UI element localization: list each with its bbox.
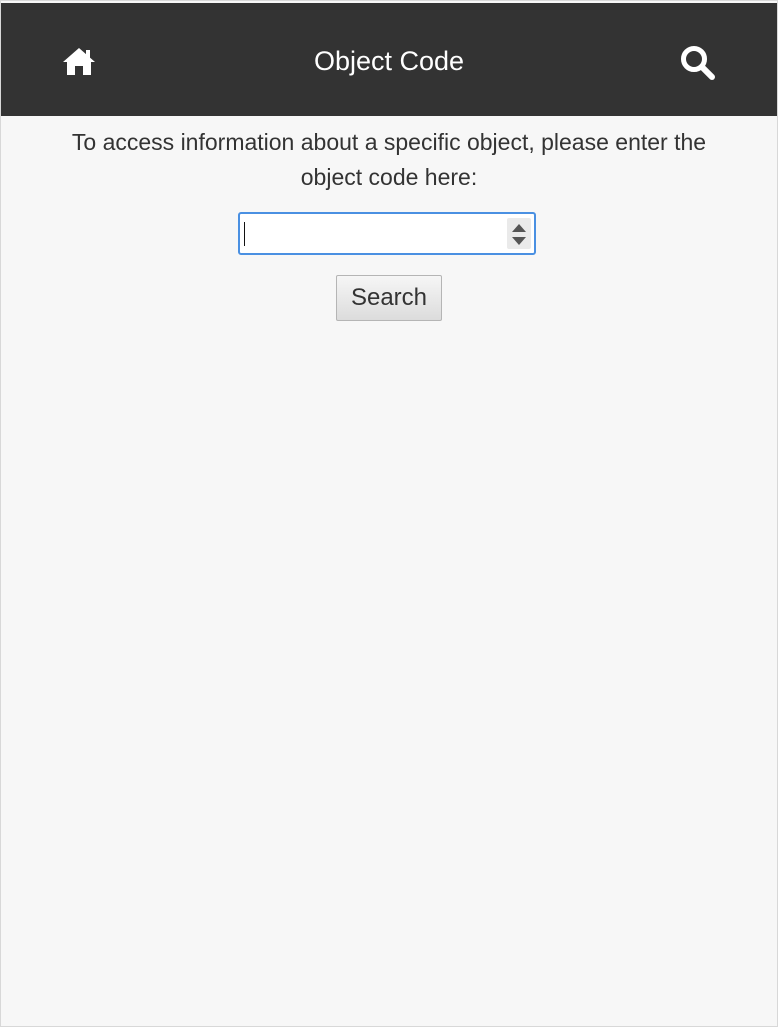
instruction-text: To access information about a specific o…	[71, 129, 707, 190]
header-search-button[interactable]	[675, 41, 721, 85]
object-code-field[interactable]	[238, 212, 536, 255]
chevron-up-icon[interactable]	[512, 224, 526, 232]
top-header: Object Code	[1, 3, 777, 116]
main-content: To access information about a specific o…	[1, 116, 777, 321]
app-window: Object Code To access information about …	[0, 0, 778, 1027]
text-cursor	[244, 222, 245, 246]
number-stepper[interactable]	[507, 218, 531, 249]
chevron-down-icon[interactable]	[512, 237, 526, 245]
search-icon	[681, 46, 715, 80]
object-code-input[interactable]	[240, 214, 502, 253]
search-button[interactable]: Search	[336, 275, 442, 321]
page-title: Object Code	[313, 46, 465, 76]
